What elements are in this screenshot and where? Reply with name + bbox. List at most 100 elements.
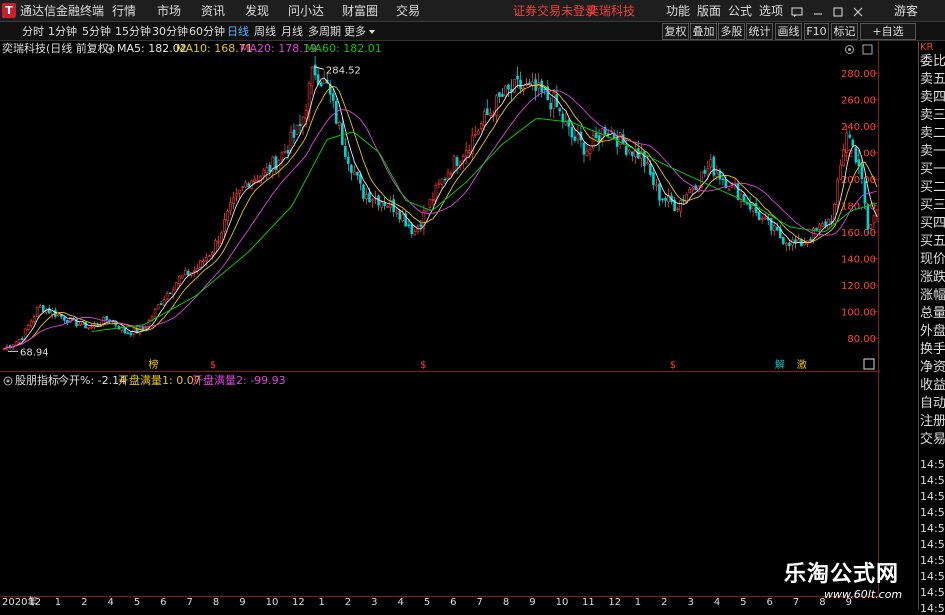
quote-label: 总量 (920, 306, 945, 321)
period-multi[interactable]: 多周期 (308, 24, 341, 39)
indicator-settings-icon[interactable] (3, 374, 13, 388)
message-icon[interactable] (791, 3, 803, 19)
candle-body (582, 142, 586, 155)
period-5min[interactable]: 5分钟 (82, 24, 111, 39)
candle-body (655, 184, 658, 187)
candle-body (413, 231, 417, 236)
candle-body (51, 310, 54, 315)
candle-body (479, 122, 483, 129)
candle-body (289, 131, 293, 151)
kline-svg[interactable]: 280.00260.00240.00220.00200.00180.00160.… (0, 56, 880, 371)
add-watchlist-button[interactable]: +自选 (860, 23, 916, 40)
menu-market[interactable]: 市场 (157, 3, 181, 19)
candle-body (105, 316, 109, 321)
watermark: 乐淘公式网 www.60lt.com (784, 556, 924, 604)
kline-chart[interactable]: 280.00260.00240.00220.00200.00180.00160.… (0, 56, 880, 371)
candle-body (295, 124, 299, 135)
candle-body (168, 292, 172, 295)
candle-body (283, 151, 287, 153)
candle-body (38, 305, 42, 308)
candle-body (90, 326, 93, 329)
title-bar: T 通达信金融终端 行情 市场 资讯 发现 问小达 财富圈 交易 证券交易未登录… (0, 0, 945, 22)
period-weekly[interactable]: 周线 (254, 24, 276, 39)
candle-body (428, 198, 432, 208)
menu-trade[interactable]: 交易 (396, 3, 420, 19)
period-1min[interactable]: 1分钟 (48, 24, 77, 39)
quote-label[interactable]: 注册 (920, 413, 945, 431)
menu-news[interactable]: 资讯 (201, 3, 225, 19)
candle-body (839, 164, 843, 180)
maximize-icon[interactable] (832, 3, 844, 19)
minimize-icon[interactable] (812, 3, 824, 19)
x-tick-label: 12 (28, 597, 42, 608)
candle-body (467, 150, 471, 153)
menu-layout[interactable]: 版面 (697, 3, 721, 19)
quote-label: 卖一 (920, 144, 945, 159)
period-30min[interactable]: 30分钟 (152, 24, 188, 39)
period-monthly[interactable]: 月线 (281, 24, 303, 39)
statistics-button[interactable]: 统计 (746, 23, 773, 40)
x-tick-label: 3 (687, 597, 694, 608)
candle-body (407, 224, 411, 227)
candle-body (751, 205, 755, 212)
period-15min[interactable]: 15分钟 (115, 24, 151, 39)
candle-body (507, 84, 510, 90)
chart-settings-icon[interactable] (844, 41, 855, 56)
mark-button[interactable]: 标记 (831, 23, 858, 40)
candle-body (631, 151, 634, 156)
candle-body (199, 260, 202, 268)
trade-login-warning[interactable]: 证券交易未登录 (513, 3, 597, 19)
indicator-name[interactable]: 股朋指标 (15, 374, 59, 388)
period-60min[interactable]: 60分钟 (189, 24, 225, 39)
candle-body (153, 308, 157, 318)
menu-options[interactable]: 选项 (759, 3, 783, 19)
candle-body (782, 237, 785, 244)
settings-icon[interactable] (105, 41, 115, 56)
watermark-url: www.60lt.com (824, 588, 903, 601)
candle-body (365, 193, 368, 200)
menu-wealth[interactable]: 财富圈 (342, 3, 378, 19)
candle-body (504, 85, 507, 97)
candle-body (836, 179, 840, 205)
period-timeshare[interactable]: 分时 (22, 24, 44, 39)
period-daily[interactable]: 日线 (227, 24, 249, 39)
menu-formula[interactable]: 公式 (728, 3, 752, 19)
quote-label[interactable]: 交易 (920, 431, 945, 449)
candle-body (809, 238, 812, 241)
candle-body (35, 306, 39, 317)
f10-button[interactable]: F10 (804, 23, 829, 40)
candle-body (824, 221, 827, 227)
quote-label[interactable]: 自动 (920, 395, 945, 413)
candle-body (473, 133, 477, 136)
title-stock-name: 奕瑞科技 (587, 4, 636, 18)
candle-body (785, 243, 788, 246)
close-icon[interactable] (852, 3, 864, 19)
y-tick-label: 180.00 (841, 202, 876, 213)
period-more[interactable]: 更多 (344, 24, 366, 39)
candle-body (615, 137, 619, 147)
candle-body (57, 314, 60, 317)
expand-icon[interactable] (862, 41, 873, 56)
candle-body (558, 108, 562, 112)
menu-quotes[interactable]: 行情 (112, 3, 136, 19)
candle-body (78, 324, 81, 327)
y-tick-label: 280.00 (841, 69, 876, 80)
open-volume-2-value: 开盘满量2: -99.93 (192, 374, 286, 387)
more-dropdown-icon[interactable] (368, 24, 376, 39)
indicator-bar: 股朋指标 今开%: -2.14 开盘满量1: 0.07 开盘满量2: -99.9… (0, 374, 880, 388)
yaxis-separator (878, 41, 879, 601)
user-label[interactable]: 游客 (894, 3, 918, 19)
candle-body (356, 171, 359, 176)
candle-body (29, 320, 33, 327)
menu-discover[interactable]: 发现 (245, 3, 269, 19)
quote-label: 卖四 (920, 90, 945, 105)
adjust-button[interactable]: 复权 (662, 23, 689, 40)
candle-body (443, 178, 447, 181)
overlay-button[interactable]: 叠加 (690, 23, 717, 40)
draw-line-button[interactable]: 画线 (775, 23, 802, 40)
candle-body (395, 212, 398, 215)
menu-function[interactable]: 功能 (666, 3, 690, 19)
multi-stock-button[interactable]: 多股 (718, 23, 745, 40)
menu-ask[interactable]: 问小达 (288, 3, 324, 19)
y-tick-label: 120.00 (841, 281, 876, 292)
